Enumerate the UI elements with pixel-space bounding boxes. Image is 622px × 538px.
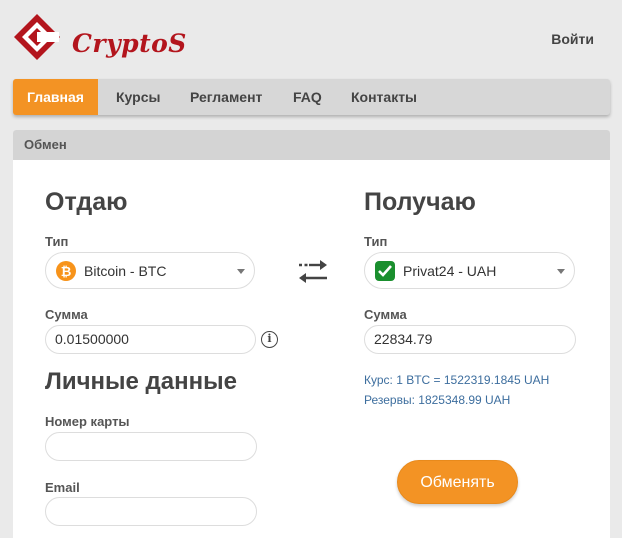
card-number-label: Номер карты bbox=[45, 414, 130, 429]
info-icon[interactable]: i bbox=[261, 331, 278, 348]
nav-item-home[interactable]: Главная bbox=[13, 79, 98, 115]
site-header: CryptoS Войти bbox=[0, 0, 622, 74]
privat24-icon bbox=[375, 261, 395, 281]
get-amount-input[interactable]: 22834.79 bbox=[364, 325, 576, 354]
email-label: Email bbox=[45, 480, 80, 495]
personal-heading: Личные данные bbox=[45, 368, 237, 395]
nav-item-rates[interactable]: Курсы bbox=[116, 79, 160, 115]
get-heading: Получаю bbox=[364, 188, 476, 216]
give-amount-label: Сумма bbox=[45, 307, 88, 322]
give-currency-select[interactable]: ₿ Bitcoin - BTC bbox=[45, 252, 255, 289]
get-type-label: Тип bbox=[364, 234, 388, 249]
get-currency-select[interactable]: Privat24 - UAH bbox=[364, 252, 575, 289]
panel-title: Обмен bbox=[13, 130, 610, 160]
give-amount-input[interactable]: 0.01500000 bbox=[45, 325, 256, 354]
main-nav: Главная Курсы Регламент FAQ Контакты bbox=[13, 79, 610, 115]
reserve-text: Резервы: 1825348.99 UAH bbox=[364, 393, 511, 407]
get-amount-label: Сумма bbox=[364, 307, 407, 322]
nav-item-contacts[interactable]: Контакты bbox=[351, 79, 417, 115]
exchange-panel: Обмен Отдаю Тип ₿ Bitcoin - BTC Сумма 0.… bbox=[13, 130, 610, 538]
exchange-button[interactable]: Обменять bbox=[397, 460, 518, 504]
rate-text: Курс: 1 BTC = 1522319.1845 UAH bbox=[364, 373, 550, 387]
chevron-down-icon bbox=[557, 269, 565, 274]
bitcoin-icon: ₿ bbox=[56, 261, 76, 281]
logo-text: CryptoS bbox=[72, 29, 187, 58]
logo-icon bbox=[14, 14, 60, 60]
email-input[interactable] bbox=[45, 497, 257, 526]
card-number-input[interactable] bbox=[45, 432, 257, 461]
svg-text:₿: ₿ bbox=[61, 265, 72, 280]
nav-item-faq[interactable]: FAQ bbox=[293, 79, 322, 115]
chevron-down-icon bbox=[237, 269, 245, 274]
nav-item-rules[interactable]: Регламент bbox=[190, 79, 262, 115]
login-link[interactable]: Войти bbox=[551, 31, 594, 47]
give-type-label: Тип bbox=[45, 234, 69, 249]
get-currency-text: Privat24 - UAH bbox=[403, 263, 497, 279]
site-logo[interactable]: CryptoS bbox=[12, 12, 186, 64]
swap-arrows-icon[interactable] bbox=[297, 258, 329, 286]
give-heading: Отдаю bbox=[45, 188, 128, 216]
give-currency-text: Bitcoin - BTC bbox=[84, 263, 167, 279]
